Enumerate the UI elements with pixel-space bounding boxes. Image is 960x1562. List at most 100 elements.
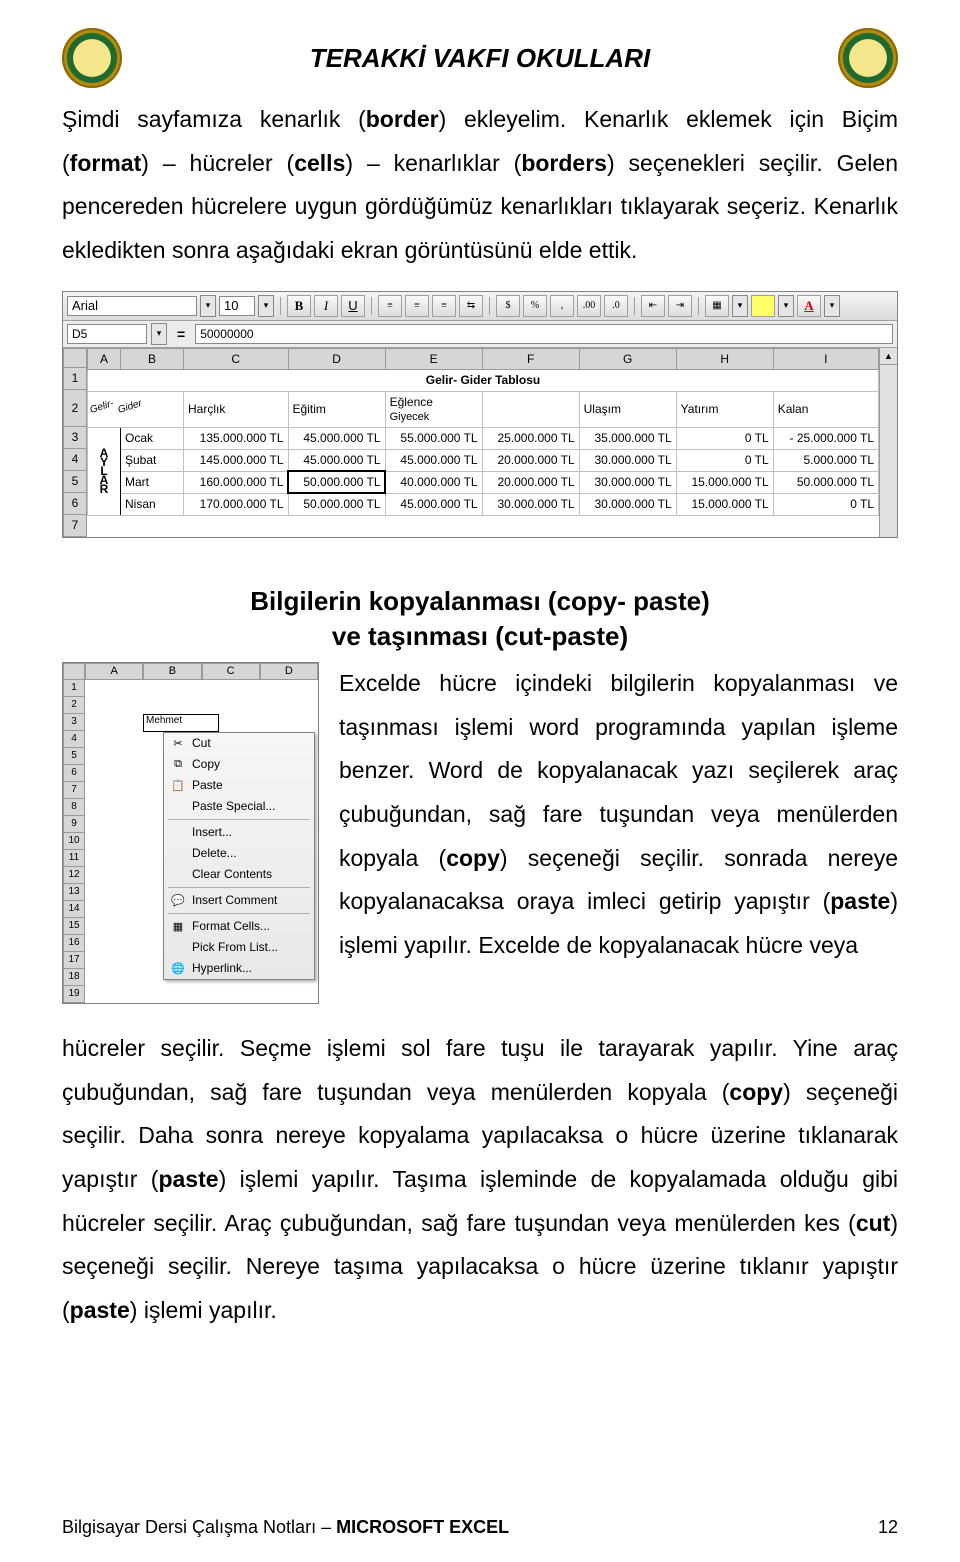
font-size-box[interactable] <box>219 296 255 316</box>
data-cell[interactable]: 45.000.000 TL <box>288 427 385 449</box>
align-left-button[interactable]: ≡ <box>378 295 402 317</box>
menu-clear-contents[interactable]: Clear Contents <box>164 864 314 885</box>
data-cell[interactable]: 160.000.000 TL <box>184 471 289 493</box>
vertical-scrollbar[interactable]: ▲ <box>879 348 897 537</box>
row-header[interactable]: 2 <box>63 697 85 714</box>
data-cell[interactable]: 0 TL <box>676 427 773 449</box>
row-header[interactable]: 6 <box>63 493 87 515</box>
formula-input[interactable] <box>195 324 893 344</box>
col-header[interactable]: C <box>184 348 289 369</box>
data-cell[interactable]: 45.000.000 TL <box>288 449 385 471</box>
row-header[interactable]: 3 <box>63 714 85 731</box>
align-right-button[interactable]: ≡ <box>432 295 456 317</box>
merge-center-button[interactable]: ⇆ <box>459 295 483 317</box>
row-header[interactable]: 5 <box>63 748 85 765</box>
data-cell[interactable]: 15.000.000 TL <box>676 471 773 493</box>
fill-color-dropdown[interactable]: ▾ <box>778 295 794 317</box>
align-center-button[interactable]: ≡ <box>405 295 429 317</box>
data-cell[interactable]: 145.000.000 TL <box>184 449 289 471</box>
font-size-dropdown[interactable]: ▾ <box>258 295 274 317</box>
row-header[interactable]: 2 <box>63 390 87 427</box>
font-color-button[interactable]: A <box>797 295 821 317</box>
col-header[interactable]: B <box>143 663 201 680</box>
col-header[interactable]: G <box>579 348 676 369</box>
col-header[interactable]: A <box>85 663 143 680</box>
scroll-up-icon[interactable]: ▲ <box>880 348 897 365</box>
data-cell[interactable]: 170.000.000 TL <box>184 493 289 515</box>
underline-button[interactable]: U <box>341 295 365 317</box>
row-header[interactable]: 5 <box>63 471 87 493</box>
row-header[interactable]: 18 <box>63 969 85 986</box>
row-header[interactable]: 1 <box>63 368 87 390</box>
borders-button[interactable]: ▦ <box>705 295 729 317</box>
thousands-button[interactable]: , <box>550 295 574 317</box>
font-color-dropdown[interactable]: ▾ <box>824 295 840 317</box>
menu-hyperlink[interactable]: 🌐Hyperlink... <box>164 958 314 979</box>
row-header[interactable]: 6 <box>63 765 85 782</box>
col-header[interactable]: E <box>385 348 482 369</box>
font-name-dropdown[interactable]: ▾ <box>200 295 216 317</box>
month-cell[interactable]: Nisan <box>121 493 184 515</box>
data-cell[interactable]: 50.000.000 TL <box>773 471 878 493</box>
row-header[interactable]: 7 <box>63 782 85 799</box>
name-box[interactable] <box>67 324 147 344</box>
data-cell[interactable]: 135.000.000 TL <box>184 427 289 449</box>
data-cell[interactable]: 30.000.000 TL <box>579 471 676 493</box>
row-header[interactable]: 9 <box>63 816 85 833</box>
data-cell[interactable]: 30.000.000 TL <box>579 493 676 515</box>
row-header[interactable]: 3 <box>63 427 87 449</box>
data-cell[interactable]: 45.000.000 TL <box>385 493 482 515</box>
month-cell[interactable]: Ocak <box>121 427 184 449</box>
row-header[interactable]: 4 <box>63 731 85 748</box>
row-header[interactable]: 16 <box>63 935 85 952</box>
data-cell[interactable]: 0 TL <box>676 449 773 471</box>
row-header[interactable]: 14 <box>63 901 85 918</box>
percent-button[interactable]: % <box>523 295 547 317</box>
select-all-corner[interactable] <box>63 663 85 680</box>
selected-cell[interactable]: 50.000.000 TL <box>288 471 385 493</box>
menu-insert-comment[interactable]: 💬Insert Comment <box>164 890 314 911</box>
decrease-decimal-button[interactable]: .0 <box>604 295 628 317</box>
data-cell[interactable]: 35.000.000 TL <box>579 427 676 449</box>
row-header[interactable]: 1 <box>63 680 85 697</box>
data-cell[interactable]: 30.000.000 TL <box>482 493 579 515</box>
row-header[interactable]: 4 <box>63 449 87 471</box>
data-cell[interactable]: 45.000.000 TL <box>385 449 482 471</box>
row-header[interactable]: 7 <box>63 515 87 537</box>
menu-copy[interactable]: ⧉Copy <box>164 754 314 775</box>
row-header[interactable]: 10 <box>63 833 85 850</box>
menu-format-cells[interactable]: ▦Format Cells... <box>164 916 314 937</box>
data-cell[interactable]: 50.000.000 TL <box>288 493 385 515</box>
fill-color-button[interactable] <box>751 295 775 317</box>
col-header[interactable]: B <box>121 348 184 369</box>
month-cell[interactable]: Mart <box>121 471 184 493</box>
row-header[interactable]: 11 <box>63 850 85 867</box>
borders-dropdown[interactable]: ▾ <box>732 295 748 317</box>
data-cell[interactable]: 20.000.000 TL <box>482 471 579 493</box>
menu-paste-special[interactable]: Paste Special... <box>164 796 314 817</box>
col-header[interactable]: F <box>482 348 579 369</box>
data-cell[interactable]: 5.000.000 TL <box>773 449 878 471</box>
increase-indent-button[interactable]: ⇥ <box>668 295 692 317</box>
data-cell[interactable]: - 25.000.000 TL <box>773 427 878 449</box>
col-header[interactable]: D <box>260 663 318 680</box>
col-header[interactable]: H <box>676 348 773 369</box>
data-cell[interactable]: 25.000.000 TL <box>482 427 579 449</box>
row-header[interactable]: 13 <box>63 884 85 901</box>
menu-cut[interactable]: ✂Cut <box>164 733 314 754</box>
decrease-indent-button[interactable]: ⇤ <box>641 295 665 317</box>
worksheet-grid[interactable]: A B C D E F G H I Gelir- Gider Tablosu G… <box>87 348 879 537</box>
row-header[interactable]: 8 <box>63 799 85 816</box>
increase-decimal-button[interactable]: .00 <box>577 295 601 317</box>
row-header[interactable]: 19 <box>63 986 85 1003</box>
currency-button[interactable]: $ <box>496 295 520 317</box>
menu-insert[interactable]: Insert... <box>164 822 314 843</box>
name-box-dropdown[interactable]: ▾ <box>151 323 167 345</box>
row-header[interactable]: 15 <box>63 918 85 935</box>
col-header[interactable]: D <box>288 348 385 369</box>
col-header[interactable]: C <box>202 663 260 680</box>
data-cell[interactable]: 15.000.000 TL <box>676 493 773 515</box>
col-header[interactable]: I <box>773 348 878 369</box>
data-cell[interactable]: 30.000.000 TL <box>579 449 676 471</box>
month-cell[interactable]: Şubat <box>121 449 184 471</box>
